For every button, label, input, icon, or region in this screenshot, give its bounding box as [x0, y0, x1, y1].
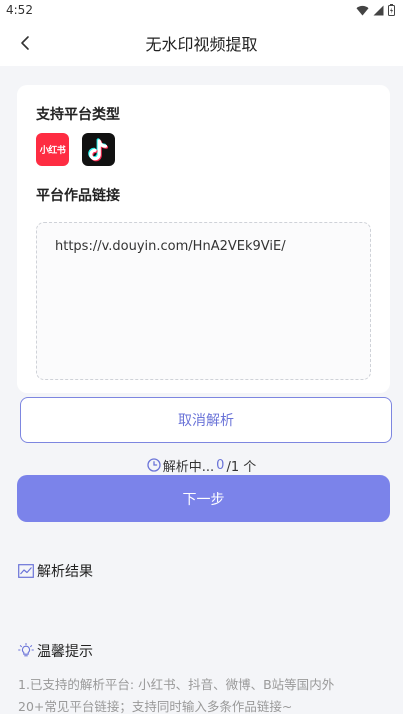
status-time: 4:52 [6, 3, 33, 17]
progress-done-count: 0 [216, 457, 225, 473]
signal-icon [373, 5, 384, 15]
wifi-icon [356, 5, 369, 16]
back-button[interactable] [10, 28, 40, 58]
chevron-left-icon [21, 36, 29, 50]
tips-text: 1.已支持的解析平台: 小红书、抖音、微博、B站等国内外 20+常见平台链接；支… [18, 674, 388, 714]
input-card: 支持平台类型 小红书 平台作品链接 https://v.douyin.com/H… [17, 85, 390, 393]
chart-icon [18, 564, 34, 578]
platform-section-title: 支持平台类型 [36, 107, 120, 123]
clock-icon [147, 458, 161, 472]
tiktok-note-icon [87, 137, 108, 161]
xiaohongshu-logo-text: 小红书 [39, 146, 66, 156]
tips-section: 温馨提示 [18, 641, 93, 661]
link-section-title: 平台作品链接 [36, 188, 120, 204]
parse-progress: 解析中... 0 /1 个 [0, 456, 403, 475]
page-title: 无水印视频提取 [145, 35, 258, 54]
cancel-parse-label: 取消解析 [178, 413, 234, 429]
next-step-button[interactable]: 下一步 [17, 475, 390, 522]
cancel-parse-button[interactable]: 取消解析 [20, 397, 392, 443]
tips-line-2: 20+常见平台链接；支持同时输入多条作品链接~ [18, 699, 293, 714]
progress-label: 解析中... [162, 459, 215, 475]
douyin-icon [82, 133, 115, 166]
result-section: 解析结果 [18, 561, 93, 581]
tips-line-1: 1.已支持的解析平台: 小红书、抖音、微博、B站等国内外 [18, 677, 335, 692]
link-input[interactable]: https://v.douyin.com/HnA2VEk9ViE/ [36, 222, 371, 380]
status-icons [356, 4, 395, 16]
xiaohongshu-icon: 小红书 [36, 133, 69, 166]
link-input-value: https://v.douyin.com/HnA2VEk9ViE/ [55, 239, 286, 254]
result-title: 解析结果 [37, 564, 93, 580]
lightbulb-icon [18, 643, 34, 657]
status-bar: 4:52 [0, 0, 403, 20]
tips-title: 温馨提示 [37, 644, 93, 660]
nav-bar: 无水印视频提取 [0, 20, 403, 66]
battery-icon [388, 4, 395, 16]
next-step-label: 下一步 [182, 491, 225, 508]
progress-total: /1 个 [226, 459, 257, 475]
